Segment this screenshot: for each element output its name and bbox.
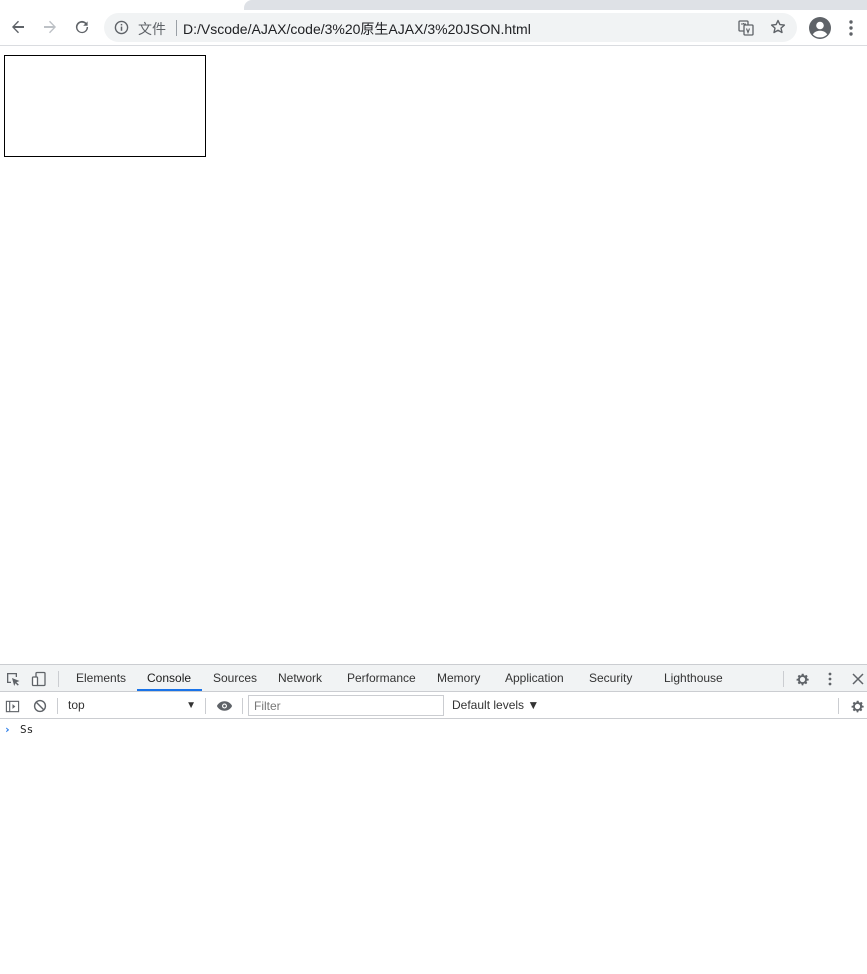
- star-icon[interactable]: [770, 19, 786, 40]
- toolbar-divider: [58, 671, 59, 687]
- eye-icon[interactable]: [214, 697, 234, 715]
- kebab-menu-icon[interactable]: [824, 670, 836, 688]
- sidebar-toggle-icon[interactable]: [3, 697, 21, 715]
- toolbar-divider: [242, 698, 243, 714]
- console-output[interactable]: › Ss: [0, 720, 867, 974]
- address-bar[interactable]: 文件 D:/Vscode/AJAX/code/3%20原生AJAX/3%20JS…: [104, 13, 797, 42]
- url-text[interactable]: D:/Vscode/AJAX/code/3%20原生AJAX/3%20JSON.…: [183, 19, 531, 39]
- caret-down-icon: ▼: [186, 700, 196, 711]
- tab-lighthouse[interactable]: Lighthouse: [664, 665, 723, 692]
- console-toolbar: top ▼ Default levels ▼: [0, 692, 867, 719]
- toolbar-divider: [57, 698, 58, 714]
- translate-icon[interactable]: [738, 20, 754, 41]
- inspect-element-icon[interactable]: [4, 670, 22, 688]
- reload-icon[interactable]: [68, 13, 96, 41]
- log-levels-dropdown[interactable]: Default levels ▼: [452, 692, 539, 719]
- prompt-chevron-icon: ›: [4, 723, 11, 736]
- tab-memory[interactable]: Memory: [437, 665, 480, 692]
- tab-strip-background: [244, 0, 867, 10]
- tab-sources[interactable]: Sources: [213, 665, 257, 692]
- arrow-right-icon[interactable]: [36, 13, 64, 41]
- clear-console-icon[interactable]: [31, 697, 49, 715]
- info-icon[interactable]: [114, 20, 129, 40]
- toolbar-divider: [838, 698, 839, 714]
- gear-icon[interactable]: [848, 697, 866, 715]
- tab-application[interactable]: Application: [505, 665, 564, 692]
- kebab-menu-icon[interactable]: [848, 19, 854, 42]
- tab-elements[interactable]: Elements: [76, 665, 126, 692]
- console-prompt[interactable]: › Ss: [0, 722, 867, 738]
- context-selector[interactable]: top ▼: [60, 692, 202, 719]
- arrow-left-icon[interactable]: [4, 13, 32, 41]
- active-tab-indicator: [137, 689, 202, 691]
- prompt-input-text[interactable]: Ss: [20, 723, 33, 736]
- omnibox-divider: [176, 20, 177, 36]
- tab-performance[interactable]: Performance: [347, 665, 416, 692]
- tab-console[interactable]: Console: [147, 665, 191, 692]
- page-result-box: [4, 55, 206, 157]
- tab-strip: [0, 0, 867, 10]
- scheme-label: 文件: [138, 21, 166, 37]
- tab-network[interactable]: Network: [278, 665, 322, 692]
- filter-input[interactable]: [248, 695, 444, 716]
- context-value: top: [68, 698, 85, 712]
- devtools-tab-bar: Elements Console Sources Network Perform…: [0, 665, 867, 692]
- gear-icon[interactable]: [793, 670, 811, 688]
- account-icon[interactable]: [808, 16, 832, 45]
- toolbar-divider: [205, 698, 206, 714]
- devtools-panel: Elements Console Sources Network Perform…: [0, 664, 867, 973]
- close-icon[interactable]: [849, 670, 867, 688]
- browser-toolbar: 文件 D:/Vscode/AJAX/code/3%20原生AJAX/3%20JS…: [0, 10, 867, 46]
- device-toolbar-icon[interactable]: [30, 670, 48, 688]
- toolbar-divider: [783, 671, 784, 687]
- tab-security[interactable]: Security: [589, 665, 632, 692]
